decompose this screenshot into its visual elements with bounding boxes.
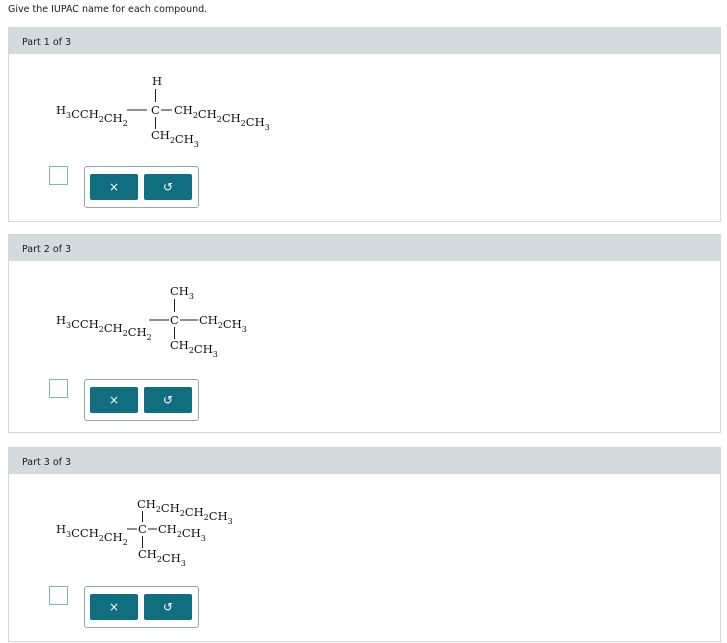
part-2-panel: Part 2 of 3 H3CCH2CH2CH2 C CH2CH3 CH3 CH… [8, 234, 721, 433]
answer-tools-3: × ↺ [84, 586, 199, 628]
top-group-1: H [152, 74, 162, 88]
bottom-group-3: CH2CH3 [138, 547, 186, 568]
top-group-2: CH3 [170, 284, 194, 301]
undo-icon: ↺ [162, 600, 174, 614]
answer-tools-1: × ↺ [84, 166, 199, 208]
undo-button-2[interactable]: ↺ [144, 387, 192, 413]
center-carbon-1: C [151, 103, 160, 117]
part-1-structure: H3CCH2CH2 C CH2CH2CH2CH3 H CH2CH3 [9, 54, 722, 154]
compound-1-formula: H3CCH2CH2 C CH2CH2CH2CH3 H CH2CH3 [56, 74, 270, 149]
center-carbon-3: C [138, 522, 147, 536]
left-chain-1: H3CCH2CH2 [56, 103, 128, 128]
answer-tools-2: × ↺ [84, 379, 199, 421]
compound-3-formula: H3CCH2CH2 C CH2CH3 CH2CH2CH2CH3 CH2CH3 [56, 497, 233, 568]
bottom-group-2: CH2CH3 [170, 338, 218, 359]
clear-button-1[interactable]: × [90, 174, 138, 200]
clear-button-2[interactable]: × [90, 387, 138, 413]
part-3-header: Part 3 of 3 [9, 448, 720, 474]
close-icon: × [108, 600, 120, 614]
clear-button-3[interactable]: × [90, 594, 138, 620]
right-chain-3: CH2CH3 [158, 522, 206, 543]
part-3-panel: Part 3 of 3 H3CCH2CH2 C CH2CH3 CH2CH2CH2… [8, 447, 721, 642]
undo-icon: ↺ [162, 180, 174, 194]
center-carbon-2: C [170, 313, 179, 327]
answer-checkbox-1[interactable] [49, 166, 68, 185]
part-1-panel: Part 1 of 3 H3CCH2CH2 C CH2CH2CH2CH3 H C… [8, 27, 721, 222]
part-3-structure: H3CCH2CH2 C CH2CH3 CH2CH2CH2CH3 CH2CH3 [9, 474, 722, 574]
left-chain-2: H3CCH2CH2CH2 [56, 313, 152, 342]
undo-button-3[interactable]: ↺ [144, 594, 192, 620]
question-prompt: Give the IUPAC name for each compound. [8, 4, 208, 15]
close-icon: × [108, 180, 120, 194]
left-chain-3: H3CCH2CH2 [56, 522, 128, 547]
undo-button-1[interactable]: ↺ [144, 174, 192, 200]
answer-checkbox-3[interactable] [49, 586, 68, 605]
close-icon: × [108, 393, 120, 407]
top-group-3: CH2CH2CH2CH3 [137, 497, 233, 526]
undo-icon: ↺ [162, 393, 174, 407]
part-2-header: Part 2 of 3 [9, 235, 720, 261]
bottom-group-1: CH2CH3 [151, 128, 199, 149]
right-chain-2: CH2CH3 [199, 313, 247, 334]
part-1-header: Part 1 of 3 [9, 28, 720, 54]
part-2-structure: H3CCH2CH2CH2 C CH2CH3 CH3 CH2CH3 [9, 261, 722, 361]
right-chain-1: CH2CH2CH2CH3 [174, 103, 270, 132]
answer-checkbox-2[interactable] [49, 379, 68, 398]
compound-2-formula: H3CCH2CH2CH2 C CH2CH3 CH3 CH2CH3 [56, 284, 247, 359]
